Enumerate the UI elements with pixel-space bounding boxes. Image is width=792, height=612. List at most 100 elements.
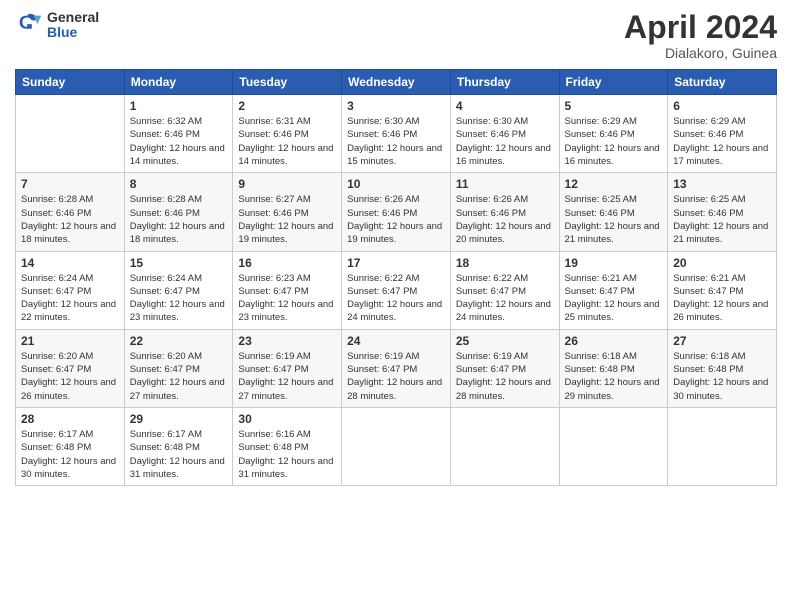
calendar-cell: 8 Sunrise: 6:28 AM Sunset: 6:46 PM Daylig… [124,173,233,251]
header-sunday: Sunday [16,70,125,95]
calendar-week-4: 21 Sunrise: 6:20 AM Sunset: 6:47 PM Dayli… [16,329,777,407]
day-info: Sunrise: 6:29 AM Sunset: 6:46 PM Dayligh… [565,115,663,168]
calendar-cell: 5 Sunrise: 6:29 AM Sunset: 6:46 PM Daylig… [559,95,668,173]
title-block: April 2024 Dialakoro, Guinea [624,10,777,61]
day-info: Sunrise: 6:19 AM Sunset: 6:47 PM Dayligh… [456,350,554,403]
calendar-cell: 16 Sunrise: 6:23 AM Sunset: 6:47 PM Dayli… [233,251,342,329]
day-info: Sunrise: 6:20 AM Sunset: 6:47 PM Dayligh… [21,350,119,403]
day-number: 29 [130,412,228,426]
calendar-cell: 9Sunrise: 6:27 AM Sunset: 6:46 PM Daylig… [233,173,342,251]
calendar-cell: 17 Sunrise: 6:22 AM Sunset: 6:47 PM Dayli… [342,251,451,329]
day-number: 5 [565,99,663,113]
calendar-cell: 25 Sunrise: 6:19 AM Sunset: 6:47 PM Dayli… [450,329,559,407]
day-number: 23 [238,334,336,348]
day-info: Sunrise: 6:21 AM Sunset: 6:47 PM Dayligh… [673,272,771,325]
calendar-cell: 10Sunrise: 6:26 AM Sunset: 6:46 PM Dayli… [342,173,451,251]
day-number: 19 [565,256,663,270]
calendar-cell [450,407,559,485]
calendar-cell: 20 Sunrise: 6:21 AM Sunset: 6:47 PM Dayli… [668,251,777,329]
calendar-cell: 22 Sunrise: 6:20 AM Sunset: 6:47 PM Dayli… [124,329,233,407]
logo-icon [15,11,43,39]
day-number: 17 [347,256,445,270]
day-number: 8 [130,177,228,191]
day-info: Sunrise: 6:24 AM Sunset: 6:47 PM Dayligh… [21,272,119,325]
day-number: 27 [673,334,771,348]
day-number: 24 [347,334,445,348]
day-info: Sunrise: 6:19 AM Sunset: 6:47 PM Dayligh… [238,350,336,403]
header-friday: Friday [559,70,668,95]
day-number: 2 [238,99,336,113]
day-number: 15 [130,256,228,270]
day-number: 25 [456,334,554,348]
day-number: 11 [456,177,554,191]
day-number: 16 [238,256,336,270]
day-info: Sunrise: 6:31 AM Sunset: 6:46 PM Dayligh… [238,115,336,168]
day-info: Sunrise: 6:18 AM Sunset: 6:48 PM Dayligh… [673,350,771,403]
day-number: 7 [21,177,119,191]
calendar-cell: 1Sunrise: 6:32 AM Sunset: 6:46 PM Daylig… [124,95,233,173]
calendar-header-row: Sunday Monday Tuesday Wednesday Thursday… [16,70,777,95]
day-info: Sunrise: 6:19 AM Sunset: 6:47 PM Dayligh… [347,350,445,403]
calendar-cell: 11 Sunrise: 6:26 AM Sunset: 6:46 PM Dayli… [450,173,559,251]
day-number: 21 [21,334,119,348]
day-number: 9 [238,177,336,191]
calendar-cell: 2 Sunrise: 6:31 AM Sunset: 6:46 PM Daylig… [233,95,342,173]
day-number: 18 [456,256,554,270]
calendar-cell: 15 Sunrise: 6:24 AM Sunset: 6:47 PM Dayli… [124,251,233,329]
calendar-title: April 2024 [624,10,777,45]
calendar-cell: 7 Sunrise: 6:28 AM Sunset: 6:46 PM Daylig… [16,173,125,251]
logo-blue-text: Blue [47,25,99,40]
day-number: 28 [21,412,119,426]
day-number: 30 [238,412,336,426]
day-info: Sunrise: 6:29 AM Sunset: 6:46 PM Dayligh… [673,115,771,168]
day-info: Sunrise: 6:28 AM Sunset: 6:46 PM Dayligh… [21,193,119,246]
day-number: 13 [673,177,771,191]
day-info: Sunrise: 6:30 AM Sunset: 6:46 PM Dayligh… [347,115,445,168]
calendar-cell: 12 Sunrise: 6:25 AM Sunset: 6:46 PM Dayli… [559,173,668,251]
calendar-cell: 18Sunrise: 6:22 AM Sunset: 6:47 PM Dayli… [450,251,559,329]
day-info: Sunrise: 6:25 AM Sunset: 6:46 PM Dayligh… [673,193,771,246]
day-number: 10 [347,177,445,191]
day-info: Sunrise: 6:28 AM Sunset: 6:46 PM Dayligh… [130,193,228,246]
day-number: 20 [673,256,771,270]
day-info: Sunrise: 6:30 AM Sunset: 6:46 PM Dayligh… [456,115,554,168]
header-tuesday: Tuesday [233,70,342,95]
calendar-cell: 28 Sunrise: 6:17 AM Sunset: 6:48 PM Dayli… [16,407,125,485]
day-number: 22 [130,334,228,348]
day-info: Sunrise: 6:18 AM Sunset: 6:48 PM Dayligh… [565,350,663,403]
calendar-cell: 23 Sunrise: 6:19 AM Sunset: 6:47 PM Dayli… [233,329,342,407]
day-info: Sunrise: 6:20 AM Sunset: 6:47 PM Dayligh… [130,350,228,403]
day-info: Sunrise: 6:17 AM Sunset: 6:48 PM Dayligh… [21,428,119,481]
logo-general-text: General [47,10,99,25]
day-info: Sunrise: 6:17 AM Sunset: 6:48 PM Dayligh… [130,428,228,481]
day-number: 26 [565,334,663,348]
day-info: Sunrise: 6:25 AM Sunset: 6:46 PM Dayligh… [565,193,663,246]
day-number: 1 [130,99,228,113]
day-info: Sunrise: 6:21 AM Sunset: 6:47 PM Dayligh… [565,272,663,325]
calendar-cell: 14 Sunrise: 6:24 AM Sunset: 6:47 PM Dayli… [16,251,125,329]
day-info: Sunrise: 6:23 AM Sunset: 6:47 PM Dayligh… [238,272,336,325]
calendar-week-5: 28 Sunrise: 6:17 AM Sunset: 6:48 PM Dayli… [16,407,777,485]
calendar-cell [559,407,668,485]
day-info: Sunrise: 6:26 AM Sunset: 6:46 PM Dayligh… [456,193,554,246]
calendar-cell [342,407,451,485]
calendar-location: Dialakoro, Guinea [624,45,777,61]
page: General Blue April 2024 Dialakoro, Guine… [0,0,792,612]
day-number: 14 [21,256,119,270]
header-saturday: Saturday [668,70,777,95]
calendar-cell: 30 Sunrise: 6:16 AM Sunset: 6:48 PM Dayli… [233,407,342,485]
calendar-week-2: 7 Sunrise: 6:28 AM Sunset: 6:46 PM Daylig… [16,173,777,251]
day-info: Sunrise: 6:16 AM Sunset: 6:48 PM Dayligh… [238,428,336,481]
calendar-cell: 26 Sunrise: 6:18 AM Sunset: 6:48 PM Dayli… [559,329,668,407]
logo: General Blue [15,10,99,41]
calendar-cell: 6Sunrise: 6:29 AM Sunset: 6:46 PM Daylig… [668,95,777,173]
day-info: Sunrise: 6:22 AM Sunset: 6:47 PM Dayligh… [347,272,445,325]
calendar-cell: 19 Sunrise: 6:21 AM Sunset: 6:47 PM Dayli… [559,251,668,329]
day-number: 12 [565,177,663,191]
day-info: Sunrise: 6:24 AM Sunset: 6:47 PM Dayligh… [130,272,228,325]
calendar-table: Sunday Monday Tuesday Wednesday Thursday… [15,69,777,486]
header: General Blue April 2024 Dialakoro, Guine… [15,10,777,61]
calendar-cell: 27 Sunrise: 6:18 AM Sunset: 6:48 PM Dayli… [668,329,777,407]
calendar-cell: 21 Sunrise: 6:20 AM Sunset: 6:47 PM Dayli… [16,329,125,407]
calendar-cell: 13 Sunrise: 6:25 AM Sunset: 6:46 PM Dayli… [668,173,777,251]
